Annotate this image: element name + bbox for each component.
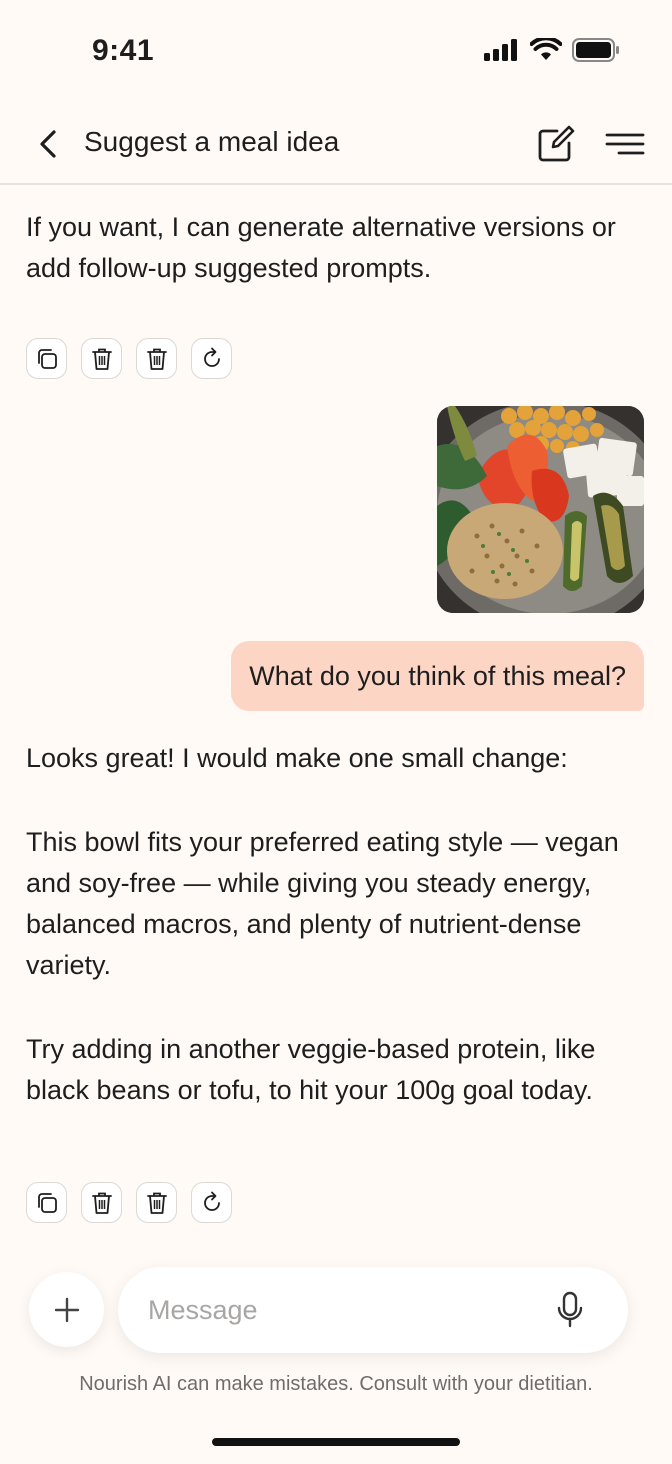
- edit-icon: [538, 125, 575, 162]
- copy-icon: [37, 1192, 57, 1213]
- copy-button[interactable]: [26, 338, 67, 379]
- disclaimer-text: Nourish AI can make mistakes. Consult wi…: [79, 1373, 593, 1395]
- assistant-message: Looks great! I would make one small chan…: [26, 743, 568, 773]
- delete-button[interactable]: [136, 338, 177, 379]
- meal-photo[interactable]: [437, 406, 644, 613]
- trash-icon: [146, 1192, 167, 1214]
- chat-header: Suggest a meal idea: [0, 100, 672, 185]
- battery-icon: [572, 38, 619, 62]
- delete-button[interactable]: [81, 338, 122, 379]
- home-indicator: [212, 1438, 460, 1446]
- add-attachment-button[interactable]: [29, 1272, 104, 1347]
- copy-icon: [37, 348, 57, 369]
- assistant-message: Try adding in another veggie-based prote…: [26, 1034, 596, 1105]
- cellular-signal-icon: [484, 39, 517, 61]
- message-actions: [26, 338, 232, 379]
- regenerate-button[interactable]: [191, 1182, 232, 1223]
- message-composer: [118, 1267, 628, 1353]
- status-bar: 9:41: [0, 0, 672, 100]
- trash-icon: [91, 1192, 112, 1214]
- page-title: Suggest a meal idea: [84, 126, 340, 157]
- menu-icon: [605, 133, 645, 155]
- regenerate-button[interactable]: [191, 338, 232, 379]
- assistant-message: This bowl fits your preferred eating sty…: [26, 827, 619, 980]
- status-time: 9:41: [92, 34, 155, 67]
- microphone-icon: [557, 1291, 583, 1328]
- user-message-bubble: What do you think of this meal?: [231, 641, 644, 711]
- trash-icon: [91, 348, 112, 370]
- refresh-icon: [203, 1191, 220, 1211]
- chevron-left-icon: [40, 130, 56, 158]
- new-chat-button[interactable]: [534, 122, 578, 166]
- menu-button[interactable]: [602, 126, 648, 162]
- refresh-icon: [203, 347, 220, 367]
- assistant-message: If you want, I can generate alternative …: [26, 212, 616, 283]
- voice-input-button[interactable]: [552, 1289, 588, 1331]
- trash-icon: [146, 348, 167, 370]
- message-input[interactable]: [148, 1287, 528, 1333]
- delete-button[interactable]: [81, 1182, 122, 1223]
- plus-icon: [54, 1297, 79, 1322]
- wifi-icon: [530, 38, 562, 60]
- delete-button[interactable]: [136, 1182, 177, 1223]
- message-actions: [26, 1182, 232, 1223]
- meal-bowl-image: [437, 406, 644, 613]
- user-message-text: What do you think of this meal?: [249, 660, 626, 691]
- copy-button[interactable]: [26, 1182, 67, 1223]
- back-button[interactable]: [30, 124, 66, 164]
- status-icons: [484, 38, 620, 62]
